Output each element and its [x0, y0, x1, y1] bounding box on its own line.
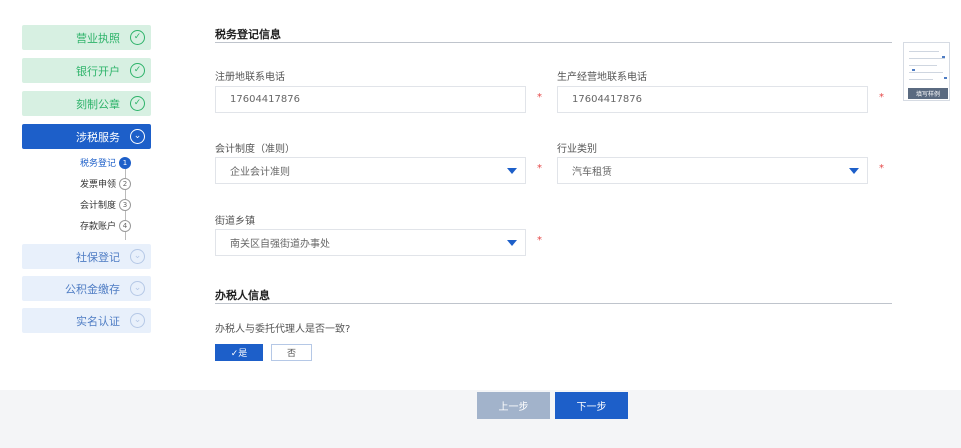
step-bank-account[interactable]: 银行开户 ✓: [22, 58, 151, 83]
industry-label: 行业类别: [557, 144, 597, 155]
tax-section-title: 税务登记信息: [215, 28, 281, 41]
chevron-down-circle-icon: ⌄: [130, 249, 145, 264]
step-business-license[interactable]: 营业执照 ✓: [22, 25, 151, 50]
next-step-button[interactable]: 下一步: [555, 392, 628, 419]
dropdown-caret-icon: [849, 168, 859, 174]
substep-label: 发票申领: [79, 180, 116, 190]
step-label: 实名认证: [76, 314, 120, 328]
accounting-select[interactable]: 企业会计准则: [215, 157, 526, 184]
dropdown-caret-icon: [507, 240, 517, 246]
step-label: 社保登记: [76, 250, 120, 264]
step-label: 刻制公章: [76, 97, 120, 111]
check-circle-icon: ✓: [130, 63, 145, 78]
check-circle-icon: ✓: [130, 96, 145, 111]
substep-invoice-application[interactable]: 发票申领 2: [0, 177, 131, 190]
required-marker: *: [879, 163, 884, 174]
street-label: 街道乡镇: [215, 216, 255, 227]
thumb-line: [909, 51, 939, 52]
agent-same-question: 办税人与委托代理人是否一致?: [215, 324, 351, 335]
substep-label: 存款账户: [79, 222, 116, 232]
street-value: 南关区自强街道办事处: [230, 239, 330, 250]
required-marker: *: [537, 92, 542, 103]
chevron-down-circle-icon: ⌄: [130, 313, 145, 328]
substep-number: 1: [119, 156, 131, 169]
substep-accounting-system[interactable]: 会计制度 3: [0, 198, 131, 211]
thumb-mark: [944, 77, 947, 79]
substep-number: 4: [119, 219, 131, 232]
thumb-line: [909, 79, 933, 80]
yes-option-button[interactable]: ✓是: [215, 344, 263, 361]
step-social-security[interactable]: 社保登记 ⌄: [22, 244, 151, 269]
no-option-button[interactable]: 否: [271, 344, 312, 361]
substep-tax-registration[interactable]: 税务登记 1: [0, 156, 131, 169]
reg-phone-input[interactable]: 17604417876: [215, 86, 526, 113]
thumb-line: [909, 65, 937, 66]
prev-step-button[interactable]: 上一步: [477, 392, 550, 419]
required-marker: *: [537, 163, 542, 174]
substep-label: 会计制度: [79, 201, 116, 211]
agent-section-title: 办税人信息: [215, 289, 270, 302]
substep-number: 2: [119, 177, 131, 190]
step-housing-fund[interactable]: 公积金缴存 ⌄: [22, 276, 151, 301]
substep-deposit-account[interactable]: 存款账户 4: [0, 219, 131, 232]
sample-thumbnail[interactable]: 填写样例: [903, 42, 950, 101]
reg-phone-value: 17604417876: [230, 94, 300, 105]
substep-number: 3: [119, 198, 131, 211]
step-label: 涉税服务: [76, 130, 120, 144]
sample-label: 填写样例: [908, 88, 948, 99]
accounting-label: 会计制度（准则）: [215, 144, 295, 155]
step-label: 公积金缴存: [65, 282, 120, 296]
step-tax-service[interactable]: 涉税服务 ⌄: [22, 124, 151, 149]
thumb-line: [909, 72, 943, 73]
reg-phone-label: 注册地联系电话: [215, 72, 285, 83]
step-real-name-auth[interactable]: 实名认证 ⌄: [22, 308, 151, 333]
industry-value: 汽车租赁: [572, 167, 612, 178]
section-divider: [215, 303, 892, 304]
chevron-down-circle-icon: ⌄: [130, 129, 145, 144]
section-divider: [215, 42, 892, 43]
biz-phone-label: 生产经营地联系电话: [557, 72, 647, 83]
step-sidebar: 营业执照 ✓ 银行开户 ✓ 刻制公章 ✓ 涉税服务 ⌄ 税务登记 1 发票申领 …: [0, 0, 186, 390]
check-circle-icon: ✓: [130, 30, 145, 45]
thumb-line: [909, 58, 945, 59]
required-marker: *: [537, 235, 542, 246]
substep-label: 税务登记: [79, 159, 116, 169]
thumb-mark: [942, 56, 945, 58]
industry-select[interactable]: 汽车租赁: [557, 157, 868, 184]
dropdown-caret-icon: [507, 168, 517, 174]
biz-phone-value: 17604417876: [572, 94, 642, 105]
step-label: 银行开户: [76, 64, 120, 78]
thumb-mark: [912, 69, 915, 71]
step-label: 营业执照: [76, 31, 120, 45]
street-select[interactable]: 南关区自强街道办事处: [215, 229, 526, 256]
chevron-down-circle-icon: ⌄: [130, 281, 145, 296]
required-marker: *: [879, 92, 884, 103]
step-company-seal[interactable]: 刻制公章 ✓: [22, 91, 151, 116]
accounting-value: 企业会计准则: [230, 167, 290, 178]
biz-phone-input[interactable]: 17604417876: [557, 86, 868, 113]
